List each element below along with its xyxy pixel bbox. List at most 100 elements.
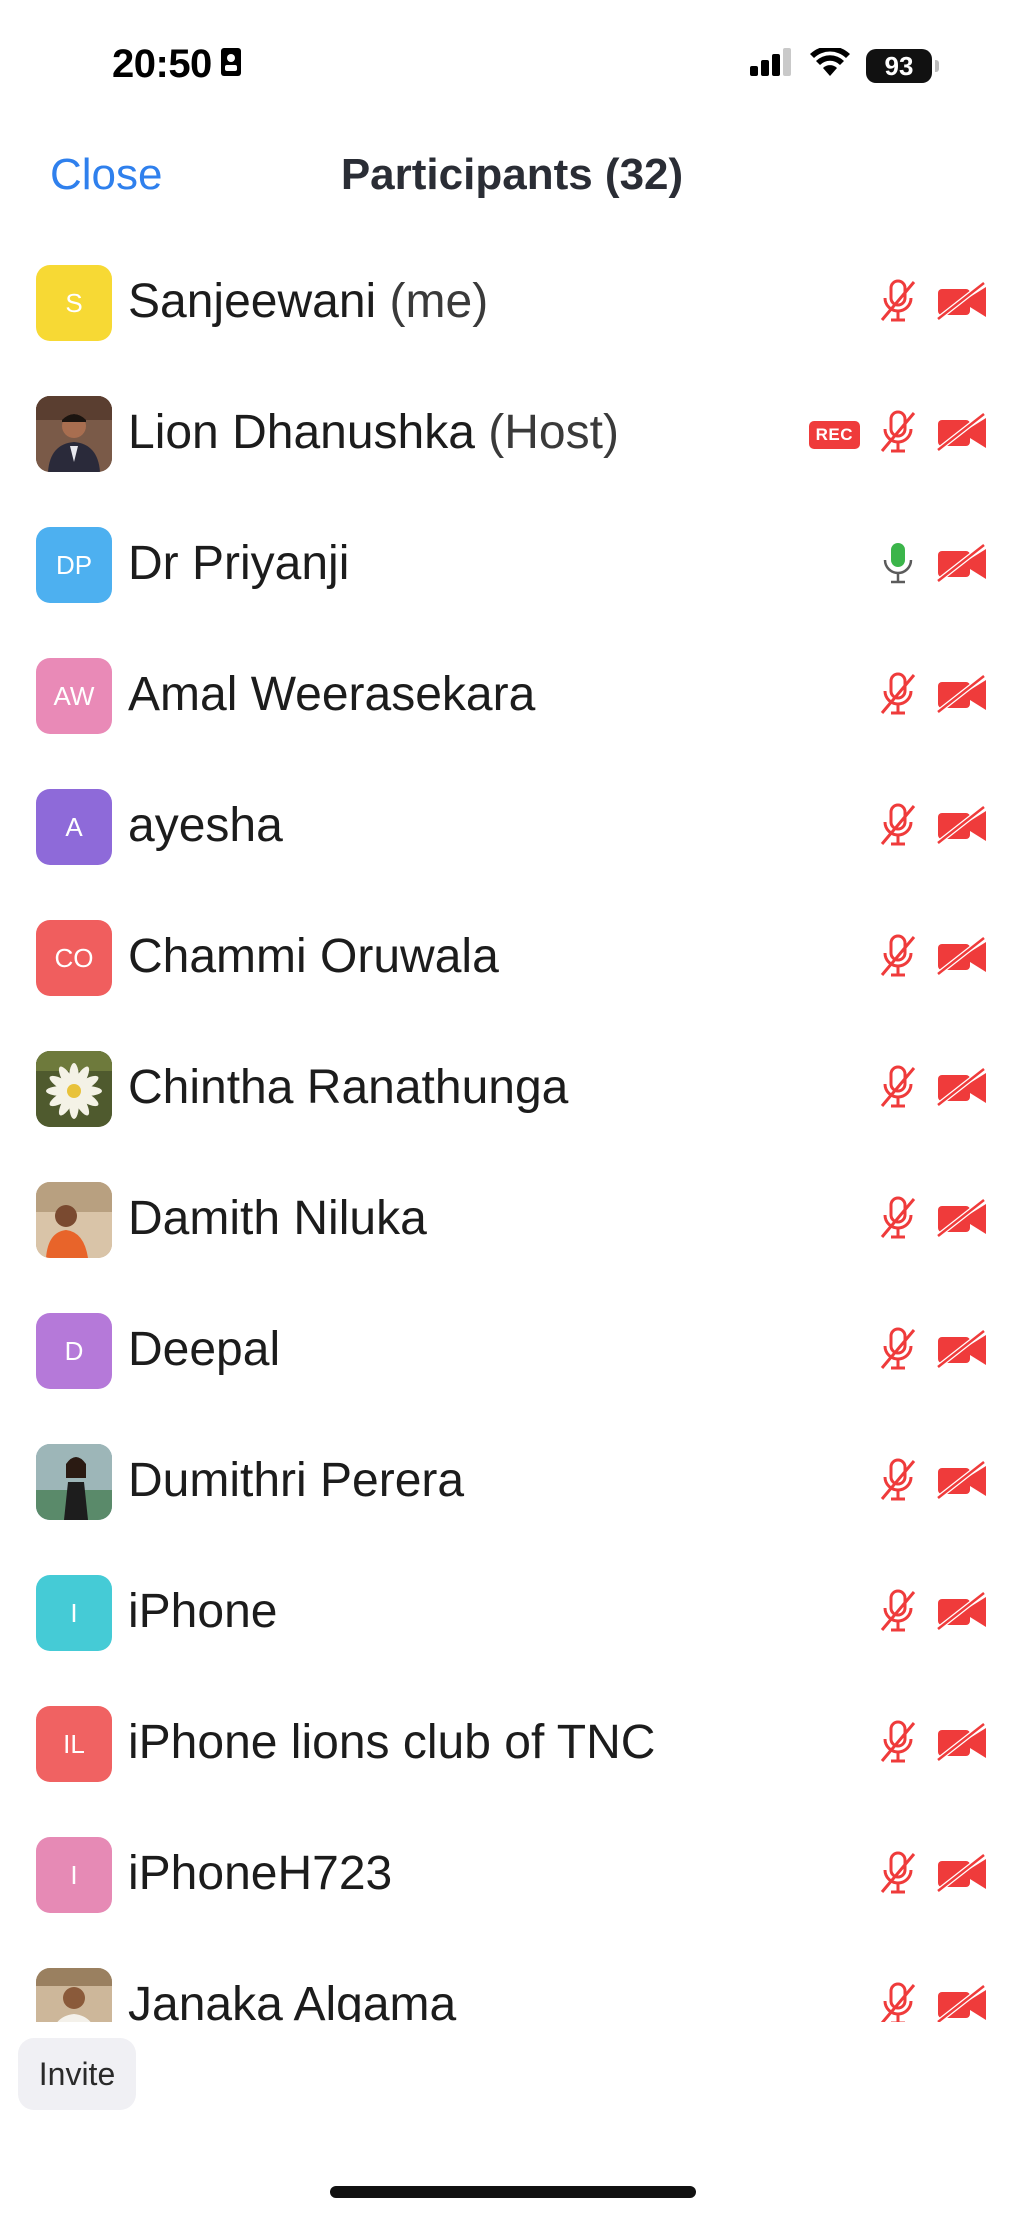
avatar: DP [36,527,112,603]
microphone-muted-icon [878,802,918,853]
participant-role-suffix: (Host) [474,406,619,459]
participant-name: Damith Niluka [128,1191,427,1246]
avatar-initials: CO [54,942,94,973]
cellular-signal-icon [750,48,794,83]
participant-name: Deepal [128,1322,280,1377]
recording-badge: REC [808,420,860,449]
participant-name: iPhoneH723 [128,1846,392,1901]
participant-row[interactable]: AW Amal Weerasekara [0,625,1024,756]
participant-row[interactable]: CO Chammi Oruwala [0,887,1024,1018]
participant-row[interactable]: Janaka Algama [0,1935,1024,2022]
participant-status-icons [878,278,988,329]
status-time: 20:50 [112,42,212,86]
avatar-initials: I [70,1597,78,1628]
video-off-icon [936,543,988,588]
participant-name: Lion Dhanushka (Host) [128,405,619,460]
avatar: A [36,789,112,865]
participant-name: Janaka Algama [128,1977,456,2022]
participant-row[interactable]: IiPhoneH723 [0,1804,1024,1935]
participant-status-icons [878,1588,988,1639]
close-button[interactable]: Close [50,150,163,200]
participant-row[interactable]: Lion Dhanushka (Host) REC [0,363,1024,494]
battery-level: 93 [884,50,914,81]
battery-indicator: 93 [866,48,939,83]
participant-name-text: iPhone lions club of TNC [128,1716,656,1769]
video-off-icon [936,674,988,719]
microphone-muted-icon [878,409,918,460]
avatar-initials: D [64,1335,84,1366]
video-off-icon [936,1853,988,1898]
participant-name: Dumithri Perera [128,1453,464,1508]
status-time-group: 20:50 [112,42,242,87]
avatar-photo [36,396,112,472]
participant-row[interactable]: IL iPhone lions club of TNC [0,1673,1024,1804]
participant-status-icons [878,671,988,722]
microphone-muted-icon [878,1457,918,1508]
participant-row[interactable]: S Sanjeewani (me) [0,232,1024,363]
participant-name-text: Sanjeewani [128,275,377,328]
participant-list[interactable]: S Sanjeewani (me) Lion Dhanushka (Host) RE… [0,232,1024,2022]
video-off-icon [936,805,988,850]
video-off-icon [936,1067,988,1112]
avatar-photo [36,1968,112,2022]
microphone-muted-icon [878,1719,918,1770]
avatar: IL [36,1706,112,1782]
participant-row[interactable]: Damith Niluka [0,1149,1024,1280]
participant-name-text: Lion Dhanushka [128,406,475,459]
microphone-muted-icon [878,1850,918,1901]
avatar-initials: S [65,287,83,318]
microphone-muted-icon [878,1064,918,1115]
participant-name-text: iPhone [128,1585,278,1638]
participant-name-text: Chammi Oruwala [128,930,499,983]
participant-name: iPhone lions club of TNC [128,1715,655,1770]
video-off-icon [936,1329,988,1374]
participant-row[interactable]: Aayesha [0,756,1024,887]
microphone-muted-icon [878,933,918,984]
video-off-icon [936,1591,988,1636]
participant-name-text: iPhoneH723 [128,1847,393,1900]
avatar-photo [36,1182,112,1258]
avatar: AW [36,658,112,734]
participant-status-icons: REC [808,409,988,460]
video-off-icon [936,1460,988,1505]
participant-status-icons [878,1850,988,1901]
video-off-icon [936,936,988,981]
participant-name-text: Chintha Ranathunga [128,1061,569,1114]
participant-status-icons [878,802,988,853]
microphone-muted-icon [878,278,918,329]
avatar: CO [36,920,112,996]
participant-status-icons [878,1326,988,1377]
participant-name-text: Dr Priyanji [128,537,350,590]
microphone-on-icon [878,540,918,591]
participant-name: iPhone [128,1584,277,1639]
participant-status-icons [878,1719,988,1770]
participant-row[interactable]: IiPhone [0,1542,1024,1673]
avatar: S [36,265,112,341]
participant-status-icons [878,1064,988,1115]
participant-name-text: Dumithri Perera [128,1454,465,1507]
avatar-initials: IL [63,1728,85,1759]
participant-name: Dr Priyanji [128,536,349,591]
participant-name: ayesha [128,798,283,853]
participant-row[interactable]: DP Dr Priyanji [0,494,1024,625]
participant-row[interactable]: D Deepal [0,1280,1024,1411]
avatar: I [36,1575,112,1651]
participant-row[interactable]: Chintha Ranathunga [0,1018,1024,1149]
participant-name: Amal Weerasekara [128,667,535,722]
video-off-icon [936,1198,988,1243]
home-indicator [330,2186,696,2198]
participant-row[interactable]: Dumithri Perera [0,1411,1024,1542]
video-off-icon [936,281,988,326]
invite-button[interactable]: Invite [18,2038,136,2110]
video-off-icon [936,412,988,457]
id-card-icon [220,47,242,82]
participant-name-text: ayesha [128,799,283,852]
participant-name-text: Damith Niluka [128,1192,427,1245]
participant-role-suffix: (me) [376,275,489,328]
microphone-muted-icon [878,1981,918,2022]
participant-name: Chammi Oruwala [128,929,499,984]
participant-name: Chintha Ranathunga [128,1060,568,1115]
participant-status-icons [878,1195,988,1246]
status-bar: 20:50 93 [0,0,1024,130]
video-off-icon [936,1984,988,2022]
